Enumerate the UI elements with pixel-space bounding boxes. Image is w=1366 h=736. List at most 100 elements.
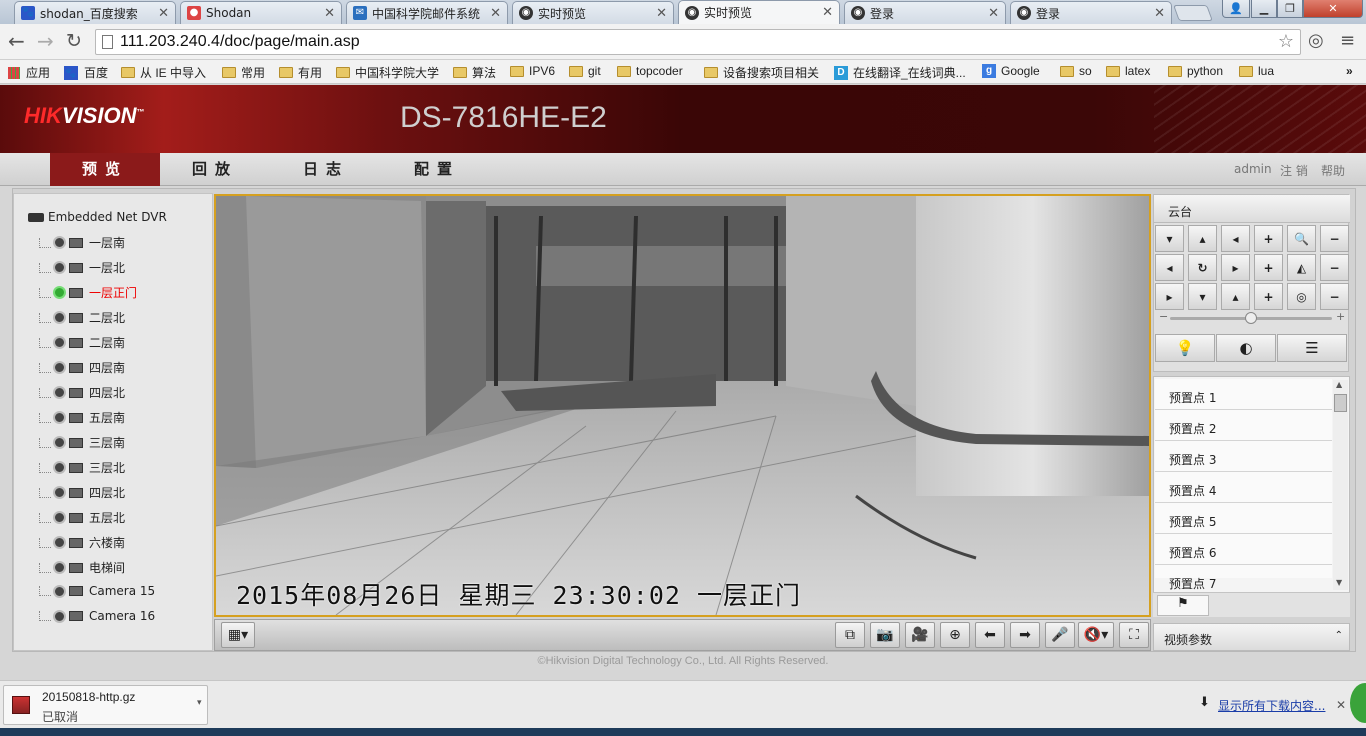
reload-icon[interactable]: ↻ bbox=[66, 30, 82, 52]
pan-up-left-button[interactable]: ▾ bbox=[1155, 225, 1184, 252]
pan-up-right-button[interactable]: ◂ bbox=[1221, 225, 1250, 252]
camera-item[interactable]: 六楼南 bbox=[39, 534, 125, 551]
record-icon[interactable] bbox=[69, 312, 83, 323]
close-icon[interactable]: ✕ bbox=[158, 6, 169, 21]
zoom-minus-button[interactable]: − bbox=[1320, 225, 1349, 252]
browser-tab[interactable]: ◉ 实时预览 ✕ bbox=[512, 1, 674, 24]
preset-item[interactable]: 预置点 7 bbox=[1155, 565, 1332, 591]
stop-all-button[interactable]: ⧉ bbox=[835, 622, 865, 648]
camera-item[interactable]: 四层北 bbox=[39, 484, 125, 501]
live-video[interactable]: 2015年08月26日 星期三 23:30:02 一层正门 bbox=[214, 194, 1151, 617]
preset-item[interactable]: 预置点 1 bbox=[1155, 379, 1332, 410]
record-button[interactable]: 🎥 bbox=[905, 622, 935, 648]
camera-item[interactable]: 五层南 bbox=[39, 409, 125, 426]
browser-tab[interactable]: ◉ 登录 ✕ bbox=[844, 1, 1006, 24]
bookmark-star-icon[interactable]: ☆ bbox=[1278, 31, 1294, 52]
camera-item[interactable]: 三层南 bbox=[39, 434, 125, 451]
pan-down-button[interactable]: ▾ bbox=[1188, 283, 1217, 310]
record-icon[interactable] bbox=[69, 487, 83, 498]
bookmark-folder[interactable]: 设备搜索项目相关 bbox=[704, 64, 819, 81]
record-icon[interactable] bbox=[69, 387, 83, 398]
ptz-menu-button[interactable]: ☰ bbox=[1277, 334, 1347, 362]
pan-down-right-button[interactable]: ▴ bbox=[1221, 283, 1250, 310]
pan-down-left-button[interactable]: ▸ bbox=[1155, 283, 1184, 310]
preset-item[interactable]: 预置点 5 bbox=[1155, 503, 1332, 534]
pan-up-button[interactable]: ▴ bbox=[1188, 225, 1217, 252]
address-bar[interactable]: 111.203.240.4/doc/page/main.asp ☆ bbox=[95, 29, 1301, 55]
download-item[interactable]: 20150818-http.gz 已取消 ▾ bbox=[3, 685, 208, 725]
pan-right-button[interactable]: ▸ bbox=[1221, 254, 1250, 281]
browser-tab[interactable]: 🐾 shodan_百度搜索 ✕ bbox=[14, 1, 176, 24]
preset-scrollbar[interactable]: ▲ ▼ bbox=[1333, 380, 1348, 590]
back-arrow-icon[interactable]: ← bbox=[8, 30, 25, 52]
ptz-speed-knob[interactable] bbox=[1245, 312, 1257, 324]
record-icon[interactable] bbox=[69, 611, 83, 621]
bookmark-folder[interactable]: lua bbox=[1239, 64, 1274, 78]
close-icon[interactable]: ✕ bbox=[656, 6, 667, 21]
close-icon[interactable]: ✕ bbox=[324, 6, 335, 21]
call-preset-flag-icon[interactable]: ⚑ bbox=[1157, 595, 1209, 616]
close-icon[interactable]: ✕ bbox=[988, 6, 999, 21]
bookmark-apps[interactable]: 应用 bbox=[8, 64, 50, 81]
zoom-plus-button[interactable]: + bbox=[1254, 225, 1283, 252]
camera-item[interactable]: 一层北 bbox=[39, 259, 125, 276]
video-params-panel[interactable]: 视频参数 ⌃ bbox=[1153, 623, 1350, 651]
show-all-downloads-link[interactable]: 显示所有下载内容... bbox=[1218, 697, 1325, 714]
user-profile-icon[interactable]: 👤 bbox=[1222, 0, 1250, 18]
camera-item[interactable]: 一层南 bbox=[39, 234, 125, 251]
camera-item[interactable]: 一层正门 bbox=[39, 284, 137, 301]
camera-item[interactable]: Camera 16 bbox=[39, 609, 155, 623]
next-page-button[interactable]: ➡ bbox=[1010, 622, 1040, 648]
bookmark-folder[interactable]: 常用 bbox=[222, 64, 265, 81]
tree-root[interactable]: Embedded Net DVR bbox=[28, 210, 167, 224]
bookmark-folder[interactable]: git bbox=[569, 64, 601, 78]
camera-item[interactable]: 二层北 bbox=[39, 309, 125, 326]
preset-item[interactable]: 预置点 3 bbox=[1155, 441, 1332, 472]
close-icon[interactable]: ✕ bbox=[1336, 698, 1346, 712]
preset-item[interactable]: 预置点 4 bbox=[1155, 472, 1332, 503]
layout-grid-button[interactable]: ▦▾ bbox=[221, 622, 255, 648]
camera-item[interactable]: 四层南 bbox=[39, 359, 125, 376]
maximize-button[interactable]: ❐ bbox=[1277, 0, 1303, 18]
extension-icon[interactable]: ◎ bbox=[1308, 30, 1324, 52]
bookmark-folder[interactable]: python bbox=[1168, 64, 1223, 78]
light-button[interactable]: 💡 bbox=[1155, 334, 1215, 362]
bookmark-folder[interactable]: IPV6 bbox=[510, 64, 555, 78]
camera-item[interactable]: Camera 15 bbox=[39, 584, 155, 598]
close-icon[interactable]: ✕ bbox=[1154, 6, 1165, 21]
menu-preview[interactable]: 预览 bbox=[50, 153, 160, 186]
menu-log[interactable]: 日志 bbox=[271, 153, 381, 186]
pan-left-button[interactable]: ◂ bbox=[1155, 254, 1184, 281]
bookmarks-overflow-icon[interactable]: » bbox=[1346, 64, 1353, 78]
record-icon[interactable] bbox=[69, 512, 83, 523]
camera-item[interactable]: 二层南 bbox=[39, 334, 125, 351]
bookmark-folder[interactable]: 从 IE 中导入 bbox=[121, 64, 206, 81]
bookmark-google[interactable]: g Google bbox=[982, 64, 1040, 78]
record-icon[interactable] bbox=[69, 562, 83, 573]
record-icon[interactable] bbox=[69, 462, 83, 473]
help-link[interactable]: 帮助 bbox=[1321, 162, 1345, 179]
record-icon[interactable] bbox=[69, 586, 83, 596]
prev-page-button[interactable]: ⬅ bbox=[975, 622, 1005, 648]
auto-scan-button[interactable]: ↻ bbox=[1188, 254, 1217, 281]
record-icon[interactable] bbox=[69, 337, 83, 348]
wiper-button[interactable]: ◐ bbox=[1216, 334, 1276, 362]
camera-item[interactable]: 四层北 bbox=[39, 384, 125, 401]
bookmark-folder[interactable]: so bbox=[1060, 64, 1092, 78]
fullscreen-button[interactable]: ⛶ bbox=[1119, 622, 1149, 648]
browser-tab[interactable]: ◉ 登录 ✕ bbox=[1010, 1, 1172, 24]
menu-icon[interactable]: ≡ bbox=[1340, 30, 1355, 52]
window-close-button[interactable]: ✕ bbox=[1303, 0, 1363, 18]
zoom-in-button[interactable]: ⊕ bbox=[940, 622, 970, 648]
new-tab-button[interactable] bbox=[1173, 5, 1213, 21]
record-icon[interactable] bbox=[69, 287, 83, 298]
camera-item[interactable]: 电梯间 bbox=[39, 559, 125, 576]
menu-config[interactable]: 配置 bbox=[382, 153, 492, 186]
camera-item[interactable]: 五层北 bbox=[39, 509, 125, 526]
record-icon[interactable] bbox=[69, 412, 83, 423]
bookmark-baidu[interactable]: 🐾 百度 bbox=[64, 64, 108, 81]
logout-link[interactable]: 注 销 bbox=[1280, 162, 1308, 179]
bookmark-folder[interactable]: topcoder bbox=[617, 64, 683, 78]
iris-minus-button[interactable]: − bbox=[1320, 283, 1349, 310]
browser-tab[interactable]: ✉ 中国科学院邮件系统 ✕ bbox=[346, 1, 508, 24]
